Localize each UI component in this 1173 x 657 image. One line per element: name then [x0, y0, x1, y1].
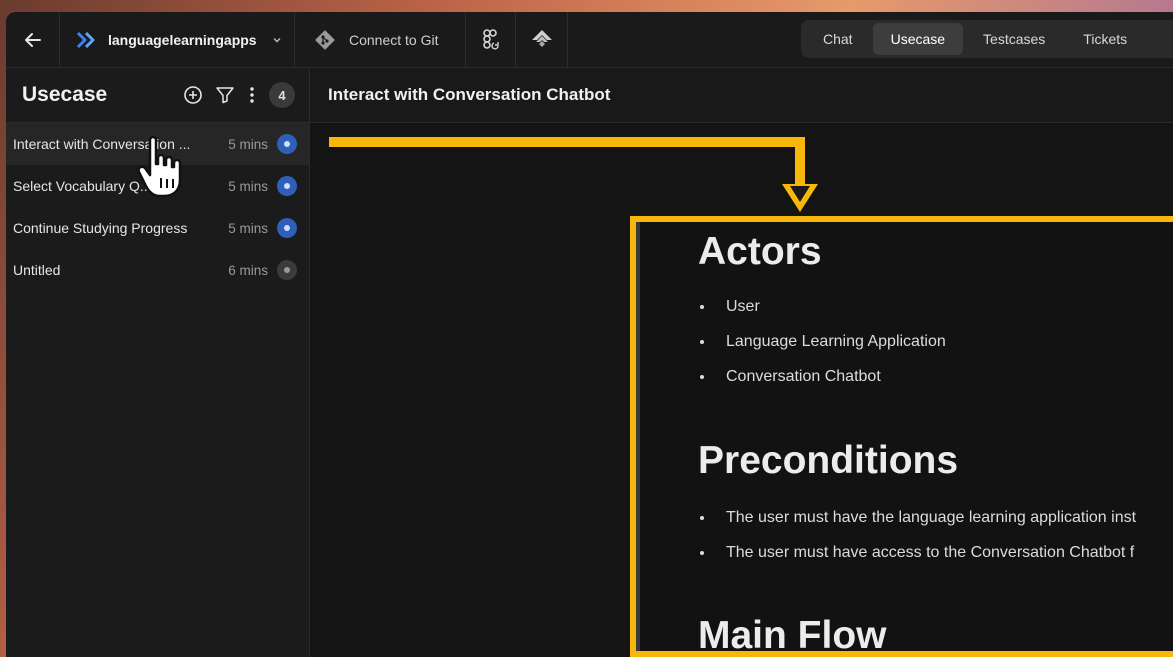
sidebar-header: Usecase 4 [6, 68, 309, 123]
zoom-content: Actors User Language Learning Applicatio… [636, 222, 1173, 651]
sidebar-tools: 4 [183, 82, 295, 108]
list-item: The user must have access to the Convers… [698, 535, 1136, 570]
page-title: Interact with Conversation Chatbot [328, 85, 611, 104]
actors-heading: Actors [698, 230, 822, 273]
back-button[interactable] [6, 12, 60, 67]
project-name: languagelearningapps [108, 31, 257, 48]
figma-sync-button[interactable] [466, 12, 516, 67]
tab-chat[interactable]: Chat [805, 23, 871, 55]
view-tabs: Chat Usecase Testcases Tickets [801, 20, 1173, 58]
annotation-arrow-vertical [795, 137, 805, 187]
filter-icon[interactable] [215, 85, 235, 105]
status-dot-icon [277, 218, 297, 238]
connect-git-button[interactable]: Connect to Git [295, 12, 466, 67]
list-item-time: 5 mins [228, 136, 268, 152]
tab-testcases[interactable]: Testcases [965, 23, 1063, 55]
usecase-document: Actors User Language Learning Applicatio… [698, 222, 1136, 657]
connect-git-label: Connect to Git [349, 31, 439, 48]
sidebar-title: Usecase [22, 83, 108, 106]
project-selector[interactable]: languagelearningapps [60, 12, 295, 67]
list-item: User [698, 289, 1136, 324]
chevron-down-icon [273, 37, 281, 42]
top-bar: languagelearningapps Connect to Git Chat… [6, 12, 1173, 68]
preconditions-list: The user must have the language learning… [698, 500, 1136, 570]
tab-tickets[interactable]: Tickets [1065, 23, 1145, 55]
arrow-left-icon [24, 32, 41, 47]
list-item[interactable]: Continue Studying Progress 5 mins [6, 207, 309, 249]
status-dot-icon [277, 176, 297, 196]
list-item: Language Learning Application [698, 324, 1136, 359]
list-item-time: 6 mins [228, 262, 268, 278]
status-dot-icon [277, 134, 297, 154]
list-item-label: Continue Studying Progress [13, 220, 188, 236]
preconditions-heading: Preconditions [698, 439, 959, 482]
hand-cursor-icon [137, 135, 182, 198]
more-vertical-icon[interactable] [247, 85, 257, 105]
jira-icon [531, 29, 552, 47]
annotation-arrow-horizontal [329, 137, 805, 147]
jira-button[interactable] [516, 12, 568, 67]
main-flow-heading: Main Flow [698, 614, 887, 657]
main-header: Interact with Conversation Chatbot [310, 68, 1173, 123]
list-item-time: 5 mins [228, 178, 268, 194]
figma-sync-icon [482, 28, 499, 50]
add-circle-icon[interactable] [183, 85, 203, 105]
list-item-time: 5 mins [228, 220, 268, 236]
tab-usecase[interactable]: Usecase [872, 23, 964, 55]
status-dot-icon [277, 260, 297, 280]
list-item: Conversation Chatbot [698, 359, 1136, 394]
usecase-count-badge: 4 [269, 82, 295, 108]
list-item[interactable]: Untitled 6 mins [6, 249, 309, 291]
zoom-callout: Actors User Language Learning Applicatio… [630, 216, 1173, 657]
git-icon [315, 29, 335, 50]
project-logo-icon [76, 31, 95, 48]
list-item-label: Untitled [13, 262, 61, 278]
actors-list: User Language Learning Application Conve… [698, 289, 1136, 394]
list-item: The user must have the language learning… [698, 500, 1136, 535]
annotation-arrow-head-inner [790, 186, 810, 202]
